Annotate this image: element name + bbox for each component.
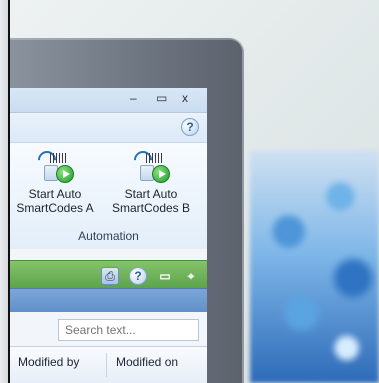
app-window: – ▭ x ? Start Auto SmartCodes A Start Au xyxy=(10,88,207,383)
ribbon-group-label: Automation xyxy=(78,229,139,243)
minimize-box-icon[interactable]: ▭ xyxy=(157,268,173,284)
column-header-modified-on[interactable]: Modified on xyxy=(116,355,178,369)
green-toolbar: ⎙ ? ▭ ⌖ xyxy=(10,260,207,289)
search-area xyxy=(10,312,207,346)
button-label-line2: SmartCodes A xyxy=(16,201,94,215)
smartcodes-a-icon xyxy=(34,147,74,185)
ribbon-group-automation: Start Auto SmartCodes A Start Auto Smart… xyxy=(10,142,207,249)
blue-header-band xyxy=(10,288,207,313)
close-icon[interactable]: x xyxy=(182,91,188,105)
printer-icon[interactable]: ⎙ xyxy=(101,267,119,285)
smartcodes-b-icon xyxy=(130,147,170,185)
button-label-line1: Start Auto xyxy=(28,187,82,201)
start-auto-smartcodes-a-button[interactable]: Start Auto SmartCodes A xyxy=(10,147,100,217)
column-separator xyxy=(106,353,107,377)
minimize-icon[interactable]: – xyxy=(130,91,137,105)
button-label-line2: SmartCodes B xyxy=(111,201,191,215)
column-header-modified-by[interactable]: Modified by xyxy=(18,355,79,369)
pin-icon[interactable]: ⌖ xyxy=(183,268,199,284)
table-header: Modified by Modified on xyxy=(10,346,207,383)
restore-icon[interactable]: ▭ xyxy=(156,91,167,105)
background-blur xyxy=(250,150,379,383)
help-icon[interactable]: ? xyxy=(181,118,199,136)
start-auto-smartcodes-b-button[interactable]: Start Auto SmartCodes B xyxy=(106,147,196,217)
search-input[interactable] xyxy=(58,319,199,341)
left-strip xyxy=(0,0,10,383)
ribbon-top: ? xyxy=(10,112,207,143)
button-label-line1: Start Auto xyxy=(124,187,178,201)
toolbar-icons: ⎙ ? ▭ ⌖ xyxy=(101,267,199,285)
title-bar: – ▭ x xyxy=(10,88,207,112)
help-icon[interactable]: ? xyxy=(129,267,147,285)
